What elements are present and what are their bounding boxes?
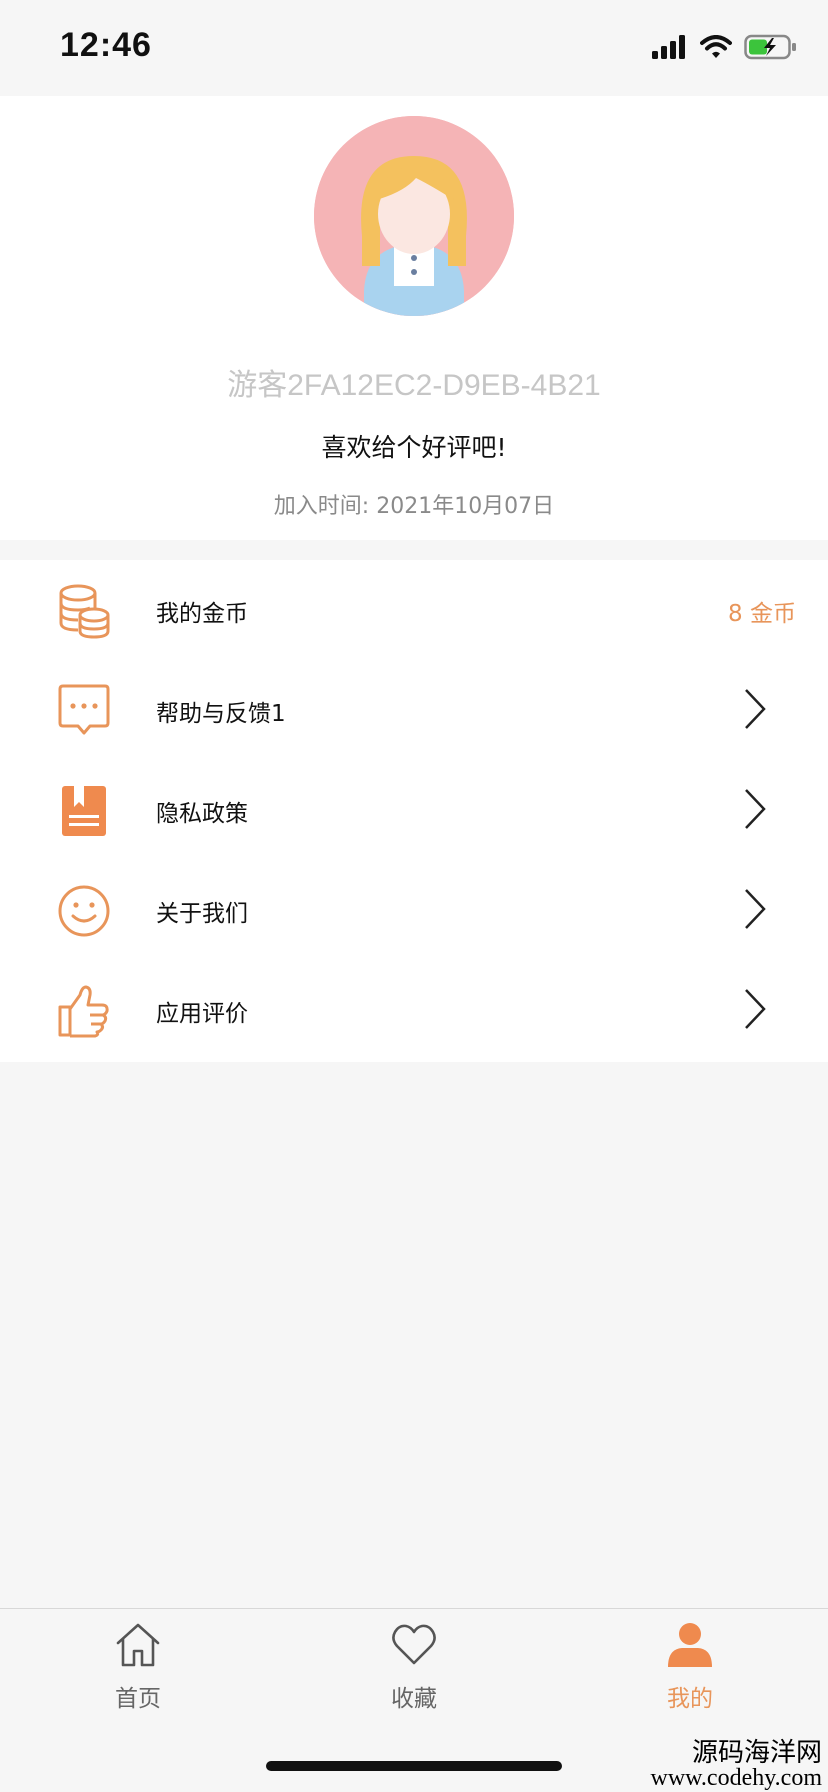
chevron-right-icon: [745, 989, 766, 1029]
menu-label-privacy-policy: 隐私政策: [156, 801, 248, 827]
menu-label-help-feedback: 帮助与反馈1: [156, 701, 286, 727]
menu-label-app-rating: 应用评价: [156, 1001, 248, 1027]
coins-icon: [59, 584, 110, 639]
profile-card: 游客2FA12EC2-D9EB-4B21 喜欢给个好评吧! 加入时间: 2021…: [0, 96, 828, 540]
tab-mine[interactable]: 我的: [620, 1609, 760, 1724]
profile-join-date: 加入时间: 2021年10月07日: [273, 494, 555, 519]
menu-item-coins[interactable]: 我的金币 8 金币: [0, 560, 828, 660]
chevron-right-icon: [745, 889, 766, 929]
battery-charging-icon: [744, 34, 796, 60]
status-icons: [652, 34, 798, 60]
menu-item-help-feedback[interactable]: 帮助与反馈1: [0, 660, 828, 760]
book-icon: [62, 786, 106, 836]
menu-item-about-us[interactable]: 关于我们: [0, 860, 828, 960]
chevron-right-icon: [745, 689, 766, 729]
menu-list: 我的金币 8 金币 帮助与反馈1 隐私政策 关于我们 应用评价: [0, 560, 828, 1062]
tab-bar: 首页 收藏 我的: [0, 1608, 828, 1724]
avatar-girl-illustration: [314, 116, 514, 316]
thumbs-up-icon: [58, 985, 109, 1038]
menu-label-about-us: 关于我们: [156, 901, 248, 927]
coins-value: 8 金币: [728, 601, 796, 627]
wifi-icon: [700, 35, 732, 58]
home-indicator: [266, 1761, 562, 1771]
chevron-right-icon: [745, 789, 766, 829]
tab-favorites[interactable]: 收藏: [344, 1609, 484, 1724]
watermark-url: www.codehy.com: [650, 1765, 822, 1791]
user-icon: [668, 1623, 712, 1667]
profile-name: 游客2FA12EC2-D9EB-4B21: [227, 369, 601, 402]
avatar[interactable]: [314, 116, 514, 316]
profile-motto: 喜欢给个好评吧!: [321, 433, 507, 462]
smile-icon: [58, 885, 110, 937]
heart-icon: [392, 1624, 436, 1665]
watermark-name: 源码海洋网: [691, 1738, 822, 1767]
tab-label-home: 首页: [115, 1686, 161, 1712]
status-bar: 12:46: [0, 0, 828, 96]
tab-label-favorites: 收藏: [391, 1686, 437, 1712]
signal-icon: [652, 35, 685, 59]
message-icon: [58, 684, 110, 735]
tab-home[interactable]: 首页: [68, 1609, 208, 1724]
watermark: 源码海洋网 www.codehy.com: [650, 1738, 822, 1791]
menu-label-coins: 我的金币: [156, 601, 248, 627]
status-time: 12:46: [60, 26, 152, 64]
home-icon: [116, 1623, 160, 1667]
menu-item-privacy-policy[interactable]: 隐私政策: [0, 760, 828, 860]
tab-label-mine: 我的: [667, 1686, 713, 1712]
menu-item-app-rating[interactable]: 应用评价: [0, 960, 828, 1060]
